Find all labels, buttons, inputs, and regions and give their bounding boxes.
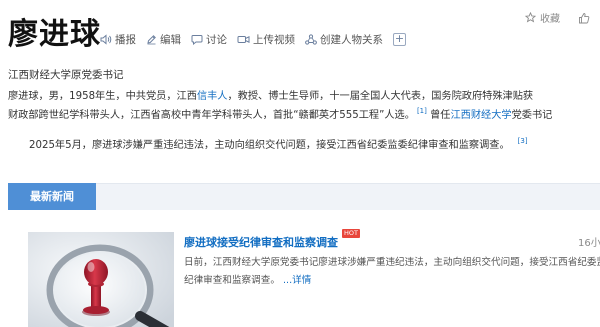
hot-badge: HOT [342, 229, 360, 238]
summary-line-1: 廖进球，男，1958年生，中共党员，江西信丰人，教授、博士生导师，十一届全国人大… [8, 91, 534, 102]
news-more-link[interactable]: ...详情 [283, 275, 311, 286]
birthplace-link[interactable]: 信丰人 [197, 91, 228, 102]
summary-text: 财政部跨世纪学科带头人，江西省高校中青年学科带头人，首批“赣鄱英才555工程”人… [8, 110, 415, 121]
discuss-button[interactable]: 讨论 [191, 32, 227, 47]
edit-label: 编辑 [160, 34, 181, 46]
summary-line-3: 2025年5月，廖进球涉嫌严重违纪违法，主动向组织交代问题，接受江西省纪委监委纪… [29, 138, 528, 151]
summary-text: 廖进球，男，1958年生，中共党员，江西 [8, 91, 197, 102]
news-item-summary-line-2: 纪律审查和监察调查。 ...详情 [184, 276, 311, 286]
header-actions: 收藏 [525, 10, 590, 25]
broadcast-button[interactable]: 播报 [100, 32, 136, 47]
news-item-summary-line-1: 日前，江西财经大学原党委书记廖进球涉嫌严重违纪违法，主动向组织交代问题，接受江西… [184, 257, 600, 268]
video-camera-icon [237, 36, 250, 43]
star-icon [525, 12, 536, 23]
like-button[interactable] [578, 12, 590, 24]
chat-bubble-icon [191, 35, 203, 45]
news-item-date: 16小 [578, 238, 600, 249]
pencil-icon [147, 35, 156, 45]
create-relation-button[interactable]: 创建人物关系 [305, 32, 383, 47]
create-relation-label: 创建人物关系 [320, 34, 383, 46]
more-actions-button[interactable]: + [393, 33, 406, 46]
university-link[interactable]: 江西财经大学 [450, 110, 511, 121]
tab-latest-news[interactable]: 最新新闻 [8, 183, 96, 210]
summary-text: 党委书记 [511, 110, 553, 121]
summary-line-2: 财政部跨世纪学科带头人，江西省高校中青年学科带头人，首批“赣鄱英才555工程”人… [8, 108, 553, 121]
thumbs-up-icon [579, 12, 590, 23]
summary-text: 2025年5月，廖进球涉嫌严重违纪违法，主动向组织交代问题，接受江西省纪委监委纪… [29, 140, 510, 151]
upload-video-button[interactable]: 上传视频 [237, 32, 295, 47]
news-item-title[interactable]: 廖进球接受纪律审查和监察调查 [184, 234, 338, 250]
broadcast-label: 播报 [115, 34, 136, 46]
edit-button[interactable]: 编辑 [146, 32, 181, 47]
summary-text: 曾任 [430, 110, 451, 121]
news-summary-text: 纪律审查和监察调查。 [184, 275, 280, 286]
reference-3[interactable]: [3] [518, 137, 528, 145]
news-thumbnail[interactable] [28, 232, 174, 327]
speaker-icon [100, 34, 112, 45]
people-network-icon [305, 34, 317, 45]
reference-1[interactable]: [1] [417, 107, 427, 115]
plus-icon: + [394, 32, 405, 45]
magnifier-pushpin-image [28, 232, 174, 327]
favorite-button[interactable]: 收藏 [525, 10, 560, 25]
news-section-bar [8, 183, 600, 210]
page-title: 廖进球 [8, 17, 101, 52]
summary-text: ，教授、博士生导师，十一届全国人大代表，国务院政府特殊津贴获 [227, 91, 534, 102]
entry-toolbar: 播报 编辑 讨论 上传视频 创建人物关系 + [100, 32, 406, 47]
upload-video-label: 上传视频 [253, 34, 295, 46]
favorite-label: 收藏 [540, 14, 560, 25]
discuss-label: 讨论 [206, 34, 227, 46]
entry-subtitle: 江西财经大学原党委书记 [8, 69, 124, 81]
